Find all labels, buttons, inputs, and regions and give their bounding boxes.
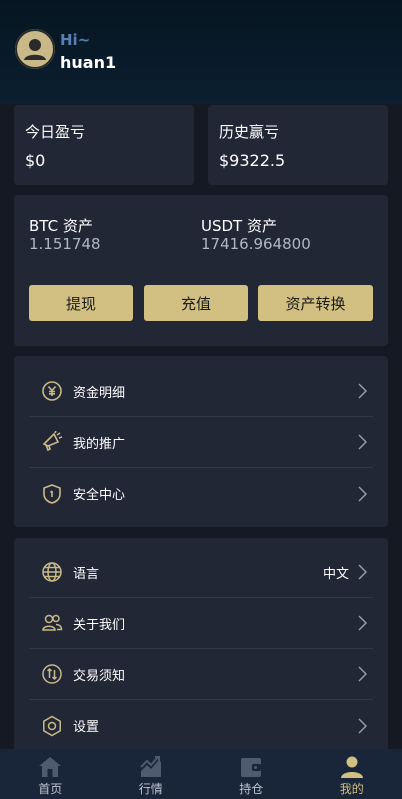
avatar[interactable]	[15, 29, 55, 69]
globe-icon	[41, 561, 63, 583]
history-pnl-label: 历史赢亏	[219, 123, 280, 141]
chart-icon	[140, 756, 161, 777]
menu-item-fund-details[interactable]: 资金明细	[29, 366, 373, 417]
deposit-button[interactable]: 充值	[144, 285, 248, 321]
menu-item-label: 我的推广	[73, 436, 126, 452]
tab-mine[interactable]: 我的	[302, 749, 402, 799]
menu-item-settings[interactable]: 设置	[29, 700, 373, 751]
chevron-right-icon	[358, 383, 367, 399]
chevron-right-icon	[358, 486, 367, 501]
users-icon	[41, 612, 63, 634]
chevron-right-icon	[358, 434, 367, 450]
menu-item-about-us[interactable]: 关于我们	[29, 598, 373, 649]
account-menu-card: 资金明细 我的推广 安全中心	[14, 356, 388, 527]
avatar-person-icon	[15, 29, 55, 69]
menu-item-label: 设置	[73, 720, 100, 735]
menu-item-security-center[interactable]: 安全中心	[29, 468, 373, 519]
wallet-icon	[241, 758, 262, 777]
tab-positions[interactable]: 持仓	[201, 749, 302, 799]
menu-item-trading-notice[interactable]: 交易须知	[29, 649, 373, 700]
username-text: huan1	[60, 53, 117, 72]
tab-label: 首页	[38, 782, 63, 796]
btc-asset-value: 1.151748	[29, 235, 101, 253]
menu-item-label: 语言	[73, 566, 100, 582]
gear-icon	[41, 715, 63, 737]
menu-item-my-promotion[interactable]: 我的推广	[29, 417, 373, 468]
greeting-text: Hi~	[60, 31, 91, 49]
usdt-asset-value: 17416.964800	[201, 235, 311, 253]
tab-label: 我的	[339, 782, 364, 796]
asset-card: BTC 资产 1.151748 USDT 资产 17416.964800 提现 …	[14, 195, 388, 346]
btc-asset-label: BTC 资产	[29, 217, 93, 235]
settings-menu-card: 语言 中文 关于我们 交易须知 设置	[14, 538, 388, 749]
history-pnl-value: $9322.5	[219, 151, 286, 170]
chevron-right-icon	[358, 564, 367, 580]
withdraw-button[interactable]: 提现	[29, 285, 133, 321]
usdt-asset-label: USDT 资产	[201, 217, 277, 235]
person-icon	[340, 756, 363, 778]
yuan-coin-icon	[41, 380, 63, 402]
menu-item-label: 安全中心	[73, 488, 126, 503]
menu-item-language[interactable]: 语言 中文	[29, 547, 373, 598]
megaphone-icon	[41, 431, 63, 453]
tab-market[interactable]: 行情	[101, 749, 202, 799]
chevron-right-icon	[358, 615, 367, 631]
bottom-tab-bar: 首页 行情 持仓 我的	[0, 749, 402, 799]
shield-icon	[41, 483, 63, 505]
chevron-right-icon	[358, 718, 367, 733]
today-pnl-value: $0	[25, 151, 46, 170]
history-pnl-card: 历史赢亏 $9322.5	[208, 105, 388, 185]
current-language-value: 中文	[322, 566, 349, 582]
exchange-icon	[41, 663, 63, 685]
menu-item-label: 交易须知	[73, 668, 126, 684]
asset-transfer-button[interactable]: 资产转换	[258, 285, 373, 321]
menu-item-label: 资金明细	[73, 385, 126, 401]
tab-label: 持仓	[239, 782, 264, 796]
tab-home[interactable]: 首页	[0, 749, 101, 799]
today-pnl-card: 今日盈亏 $0	[14, 105, 194, 185]
profile-header: Hi~ huan1	[0, 0, 402, 104]
tab-label: 行情	[138, 782, 163, 796]
home-icon	[39, 757, 62, 777]
today-pnl-label: 今日盈亏	[25, 123, 86, 141]
chevron-right-icon	[358, 666, 367, 682]
menu-item-label: 关于我们	[73, 617, 126, 633]
